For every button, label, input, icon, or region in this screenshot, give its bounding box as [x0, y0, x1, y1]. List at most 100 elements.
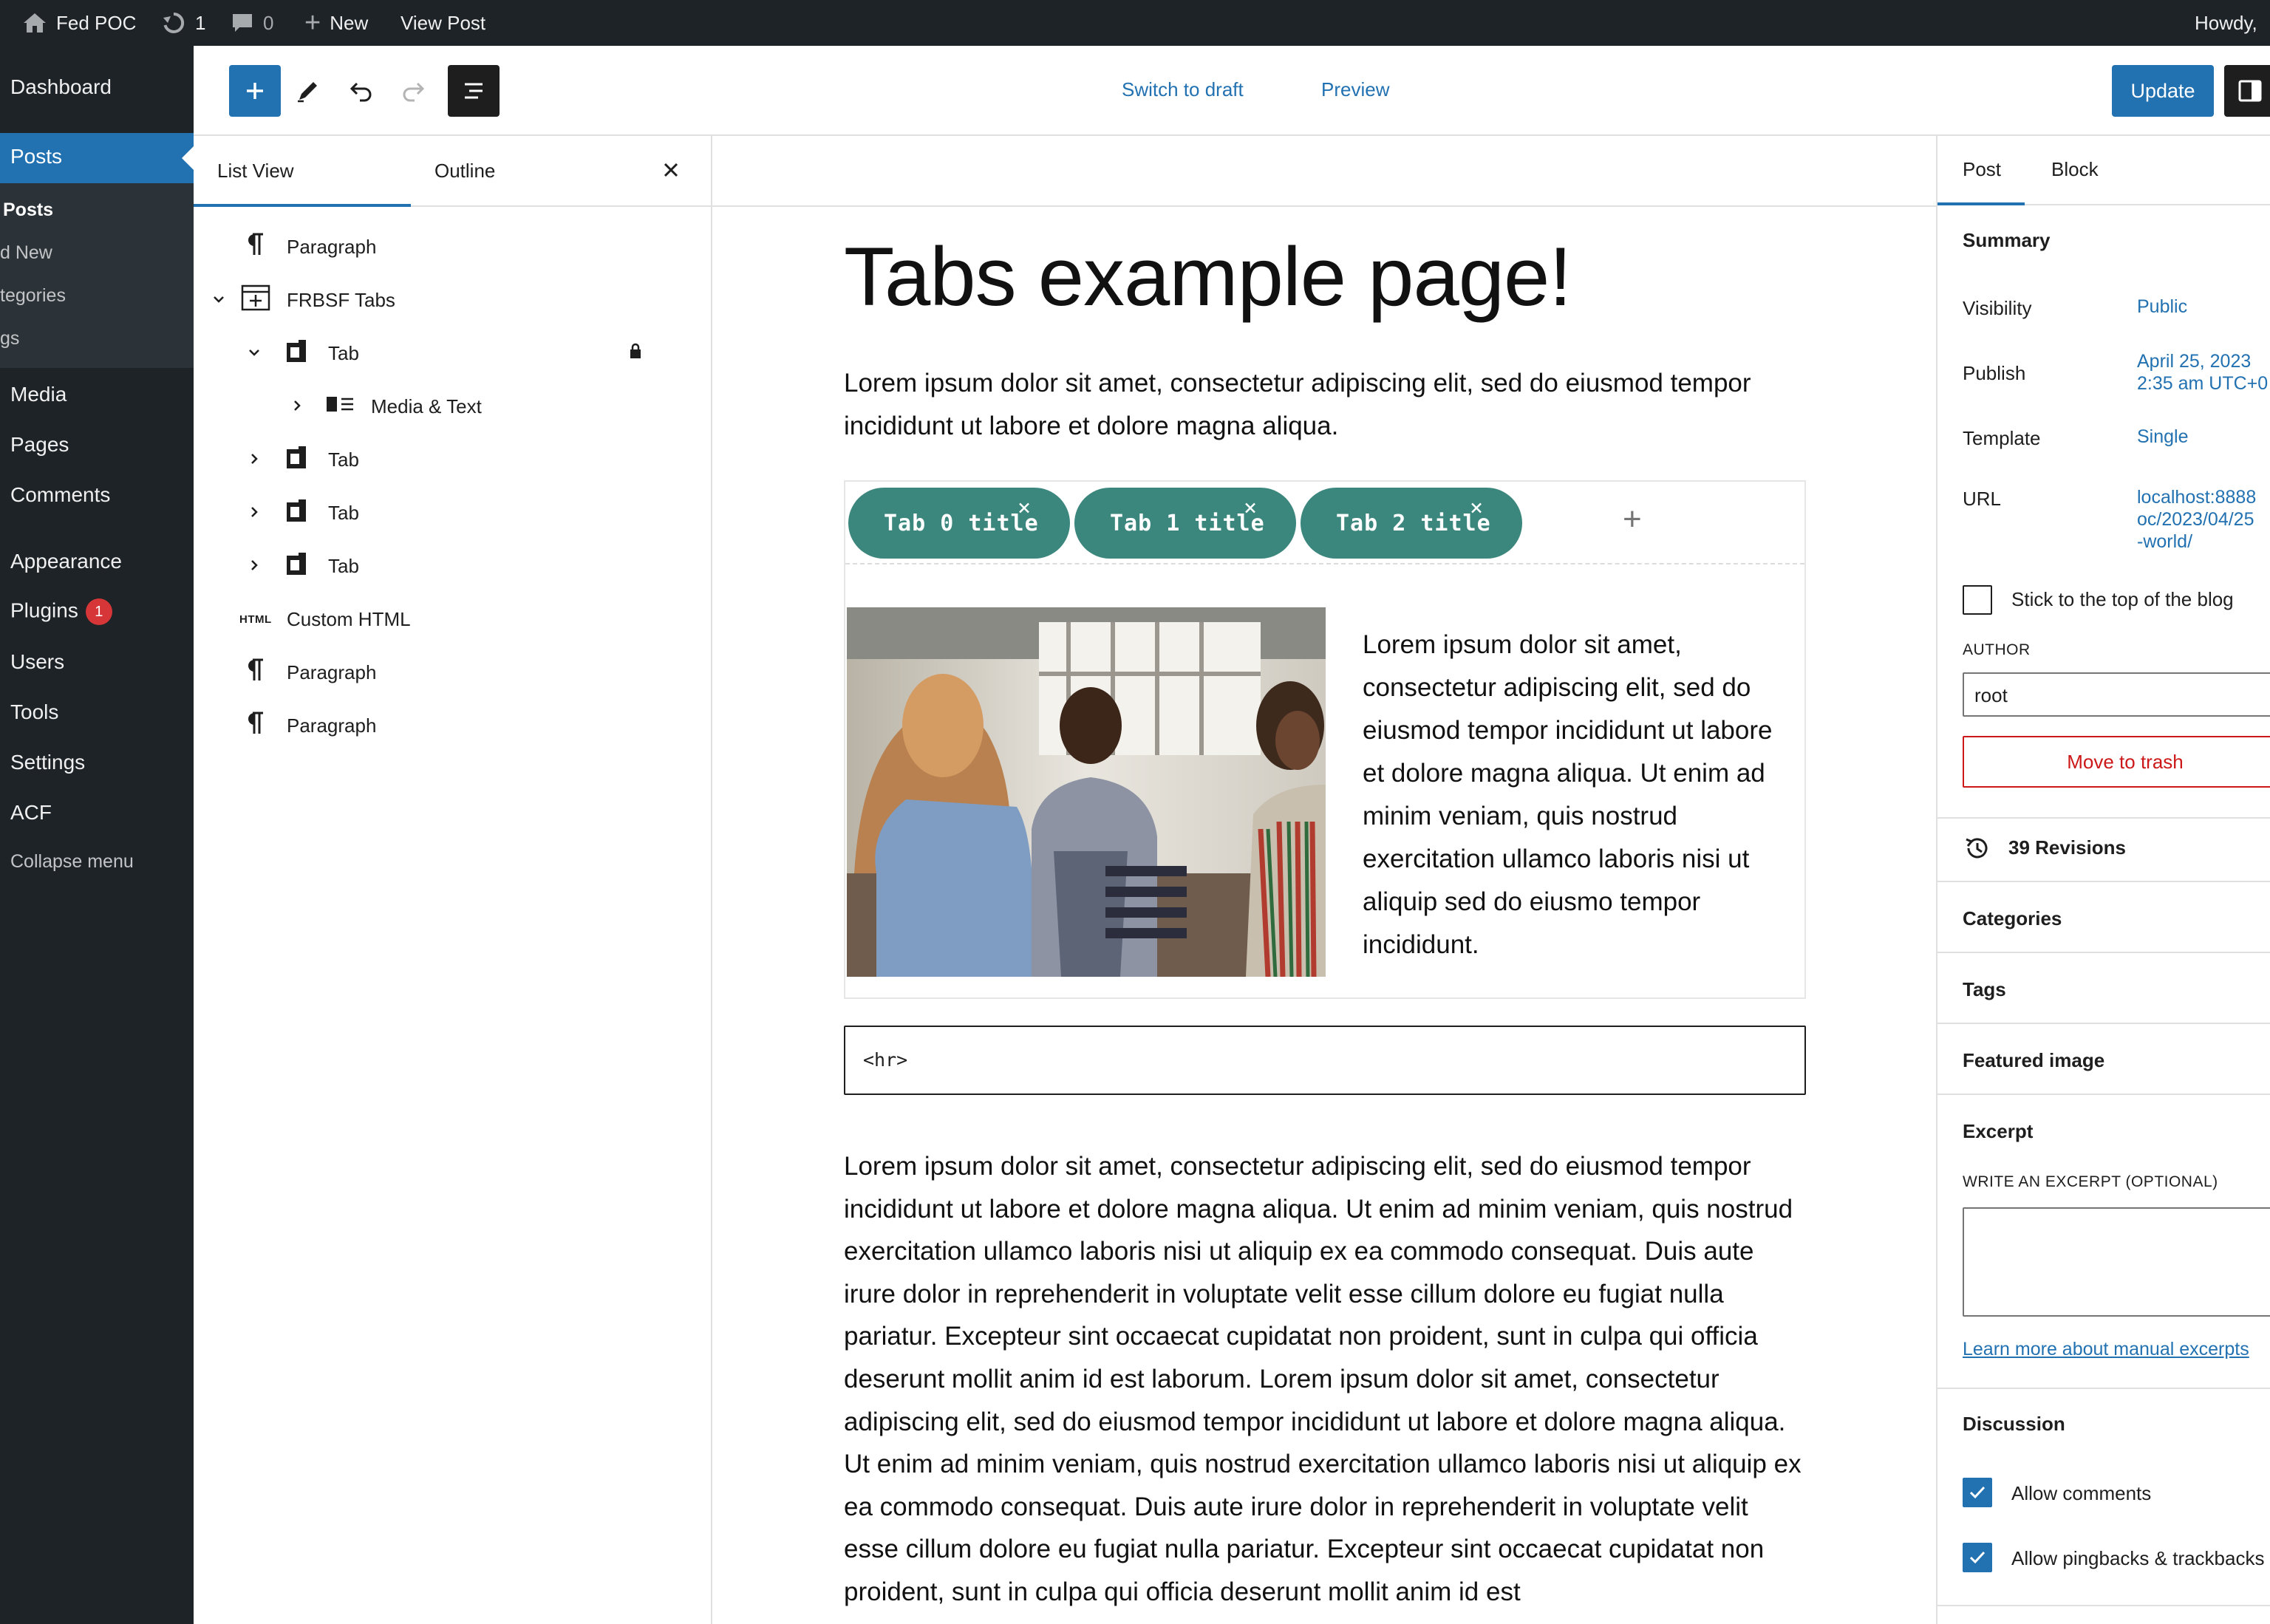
tab-list-view[interactable]: List View	[217, 160, 294, 182]
view-post-link[interactable]: View Post	[401, 0, 485, 46]
tab-pill[interactable]: Tab 0 title ×	[848, 488, 1070, 559]
divider	[1937, 1094, 2270, 1095]
divider	[1937, 817, 2270, 819]
intro-paragraph[interactable]: Lorem ipsum dolor sit amet, consectetur …	[844, 362, 1807, 448]
comments-link[interactable]: 0	[231, 0, 273, 46]
excerpt-panel-toggle[interactable]: Excerpt	[1963, 1120, 2033, 1143]
template-value[interactable]: Single	[2137, 426, 2189, 448]
list-item-label: Tab	[328, 501, 359, 524]
undo-button[interactable]	[335, 65, 387, 117]
chevron-down-icon[interactable]	[247, 342, 262, 365]
view-post-label: View Post	[401, 11, 486, 34]
learn-more-excerpts-link[interactable]: Learn more about manual excerpts	[1963, 1339, 2249, 1360]
list-view-panel: List View Outline Paragraph FRBSF Tabs T…	[194, 136, 712, 1624]
sticky-checkbox[interactable]	[1963, 585, 1992, 615]
allow-pingbacks-checkbox[interactable]	[1963, 1543, 1992, 1572]
url-value[interactable]: localhost:8888 oc/2023/04/25 -world/	[2137, 486, 2256, 553]
chevron-right-icon[interactable]	[247, 555, 262, 578]
move-to-trash-button[interactable]: Move to trash	[1963, 736, 2270, 788]
revisions-link[interactable]: 39 Revisions	[2008, 836, 2126, 859]
tools-button[interactable]	[282, 65, 334, 117]
site-name: Fed POC	[56, 11, 137, 34]
plus-icon	[247, 83, 263, 99]
list-item[interactable]: Paragraph	[194, 220, 711, 273]
media-text-paragraph[interactable]: Lorem ipsum dolor sit amet, consectetur …	[1363, 624, 1776, 966]
submenu-all-posts[interactable]: Posts	[3, 199, 53, 221]
body-paragraph[interactable]: Lorem ipsum dolor sit amet, consectetur …	[844, 1145, 1809, 1614]
menu-settings[interactable]: Settings	[10, 751, 85, 774]
howdy-label: Howdy,	[2195, 11, 2257, 34]
menu-comments[interactable]: Comments	[10, 483, 110, 507]
menu-users[interactable]: Users	[10, 650, 64, 674]
revisions-icon	[1963, 833, 1992, 867]
settings-sidebar: Post Block Summary Visibility Public Pub…	[1936, 136, 2270, 1624]
allow-comments-checkbox[interactable]	[1963, 1478, 1992, 1507]
excerpt-textarea[interactable]	[1963, 1207, 2270, 1317]
list-item-label: Tab	[328, 448, 359, 471]
redo-icon	[403, 82, 425, 102]
categories-panel-toggle[interactable]: Categories	[1963, 907, 2062, 930]
menu-media[interactable]: Media	[10, 383, 67, 406]
settings-toggle-button[interactable]	[2224, 65, 2270, 117]
list-item[interactable]: Media & Text	[194, 380, 711, 433]
menu-posts[interactable]: Posts	[0, 133, 194, 183]
site-name-link[interactable]: Fed POC	[22, 0, 136, 46]
tab-pill[interactable]: Tab 1 title ×	[1074, 488, 1296, 559]
template-label: Template	[1963, 427, 2041, 449]
redo-button[interactable]	[387, 65, 439, 117]
close-icon[interactable]: ×	[1244, 495, 1258, 521]
close-icon[interactable]: ×	[1470, 495, 1484, 521]
menu-dashboard[interactable]: Dashboard	[10, 75, 112, 99]
visibility-value[interactable]: Public	[2137, 296, 2187, 318]
tab-post[interactable]: Post	[1963, 158, 2001, 181]
list-item[interactable]: HTML Custom HTML	[194, 593, 711, 646]
update-button[interactable]: Update	[2112, 65, 2214, 117]
close-icon[interactable]: ×	[1018, 495, 1032, 521]
submenu-categories[interactable]: tegories	[0, 285, 66, 307]
chevron-right-icon[interactable]	[247, 502, 262, 525]
publish-value[interactable]: April 25, 2023 2:35 am UTC+0	[2137, 350, 2268, 395]
chevron-right-icon[interactable]	[290, 395, 304, 418]
close-list-view-button[interactable]	[658, 157, 684, 187]
chevron-down-icon[interactable]	[211, 289, 226, 312]
list-item[interactable]: Paragraph	[194, 699, 711, 752]
document-overview-button[interactable]	[448, 65, 500, 117]
author-heading: AUTHOR	[1963, 641, 2031, 658]
list-item[interactable]: FRBSF Tabs	[194, 273, 711, 327]
custom-html-block[interactable]: <hr>	[844, 1026, 1806, 1095]
submenu-tags[interactable]: gs	[0, 328, 19, 349]
list-item[interactable]: Tab	[194, 539, 711, 593]
list-item[interactable]: Paragraph	[194, 646, 711, 699]
block-inserter-button[interactable]	[229, 65, 281, 117]
tab-pill[interactable]: Tab 2 title ×	[1301, 488, 1522, 559]
tags-panel-toggle[interactable]: Tags	[1963, 978, 2006, 1001]
author-select[interactable]: root	[1963, 672, 2270, 717]
canvas-top-bar	[712, 136, 1936, 207]
list-item[interactable]: Tab	[194, 433, 711, 486]
my-account-link[interactable]: Howdy,	[2195, 0, 2257, 46]
collapse-menu[interactable]: Collapse menu	[10, 851, 134, 873]
tab-outline[interactable]: Outline	[434, 160, 495, 182]
menu-tools[interactable]: Tools	[10, 700, 58, 724]
post-title[interactable]: Tabs example page!	[844, 229, 1572, 324]
chevron-right-icon[interactable]	[247, 448, 262, 471]
menu-appearance[interactable]: Appearance	[10, 550, 122, 573]
menu-plugins[interactable]: Plugins 1	[10, 598, 112, 625]
media-image[interactable]	[847, 607, 1326, 977]
preview-button[interactable]: Preview	[1321, 78, 1389, 101]
menu-acf[interactable]: ACF	[10, 801, 52, 825]
discussion-panel-toggle[interactable]: Discussion	[1963, 1413, 2065, 1436]
tab-block[interactable]: Block	[2051, 158, 2099, 181]
switch-to-draft-button[interactable]: Switch to draft	[1122, 78, 1244, 101]
updates-link[interactable]: 1	[161, 0, 205, 46]
paragraph-icon	[244, 658, 266, 688]
list-item[interactable]: Tab	[194, 486, 711, 539]
list-item-label: Paragraph	[287, 235, 377, 258]
add-tab-button[interactable]: +	[1623, 501, 1642, 538]
list-item[interactable]: Tab	[194, 327, 711, 380]
featured-image-panel-toggle[interactable]: Featured image	[1963, 1049, 2104, 1072]
submenu-add-new[interactable]: d New	[0, 242, 52, 264]
new-content-link[interactable]: + New	[304, 0, 368, 46]
menu-pages[interactable]: Pages	[10, 433, 69, 457]
frbsf-tabs-block[interactable]: Tab 0 title × Tab 1 title × Tab 2 title …	[844, 480, 1806, 999]
